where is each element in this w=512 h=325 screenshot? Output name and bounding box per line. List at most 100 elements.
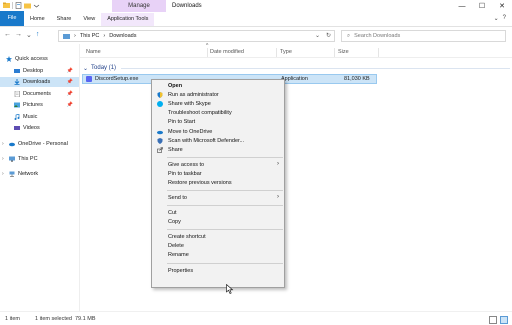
menu-item-restore-previous-versions[interactable]: Restore previous versions — [153, 179, 285, 188]
menu-item-send-to[interactable]: Send to › — [153, 194, 285, 203]
large-icons-view-button[interactable] — [500, 316, 508, 324]
address-sep: › — [74, 33, 76, 39]
group-label: Today (1) — [91, 65, 117, 71]
expand-ribbon-chevron-icon[interactable]: ⌄ — [494, 15, 499, 22]
skype-icon — [157, 101, 163, 107]
menu-item-delete[interactable]: Delete — [153, 242, 285, 251]
menu-item-scan-with-defender[interactable]: Scan with Microsoft Defender... — [153, 137, 285, 146]
tab-home[interactable]: Home — [24, 13, 51, 26]
window-title: Downloads — [172, 3, 202, 9]
search-icon: ⌕ — [347, 32, 351, 39]
desktop-icon — [14, 69, 20, 73]
address-sep: › — [103, 33, 106, 39]
column-header-size[interactable]: Size — [338, 49, 349, 55]
new-folder-icon[interactable] — [24, 2, 31, 9]
tab-share[interactable]: Share — [51, 13, 78, 26]
address-bar[interactable]: › This PC › Downloads ⌄ ↻ — [58, 30, 335, 42]
sidebar-item-desktop[interactable]: Desktop 📌 — [0, 66, 79, 76]
menu-separator — [167, 157, 283, 158]
sidebar-item-network[interactable]: › Network — [0, 169, 79, 179]
sidebar-item-pictures[interactable]: Pictures 📌 — [0, 100, 79, 110]
breadcrumb-downloads[interactable]: Downloads — [109, 33, 136, 39]
menu-item-copy[interactable]: Copy — [153, 218, 285, 227]
menu-item-move-to-onedrive[interactable]: Move to OneDrive — [153, 128, 285, 137]
minimize-button[interactable]: — — [452, 0, 472, 12]
music-icon — [14, 114, 20, 120]
menu-separator — [167, 190, 283, 191]
onedrive-icon — [157, 130, 163, 135]
expand-chevron-icon[interactable]: › — [2, 171, 8, 177]
column-header-date-modified[interactable]: Date modified — [210, 49, 244, 55]
sidebar-item-music[interactable]: Music — [0, 112, 79, 122]
menu-item-pin-to-start[interactable]: Pin to Start — [153, 118, 285, 127]
menu-item-cut[interactable]: Cut — [153, 209, 285, 218]
navigation-buttons: ← → ⌄ ↑ — [4, 31, 39, 39]
search-input[interactable]: ⌕ Search Downloads — [341, 30, 506, 42]
sidebar-item-this-pc[interactable]: › This PC — [0, 154, 79, 164]
menu-item-share-with-skype[interactable]: Share with Skype — [153, 100, 285, 109]
pictures-icon — [14, 102, 20, 108]
sidebar-item-videos[interactable]: Videos — [0, 123, 79, 133]
documents-icon — [14, 91, 20, 97]
back-arrow-icon[interactable]: ← — [4, 31, 11, 39]
menu-item-properties[interactable]: Properties — [153, 267, 285, 276]
menu-item-open[interactable]: Open — [153, 82, 285, 91]
forward-arrow-icon[interactable]: → — [15, 31, 22, 39]
tab-file[interactable]: File — [0, 11, 24, 26]
ribbon-tabs: File Home Share View Application Tools ⌄… — [0, 11, 512, 27]
submenu-arrow-icon: › — [277, 194, 279, 200]
shield-icon — [157, 92, 163, 98]
column-divider[interactable] — [334, 48, 335, 57]
menu-item-give-access-to[interactable]: Give access to › — [153, 161, 285, 170]
menu-separator — [167, 205, 283, 206]
customize-toolbar-icon[interactable] — [33, 2, 40, 9]
up-arrow-icon[interactable]: ↑ — [36, 31, 40, 39]
file-size: 81,030 KB — [344, 76, 370, 82]
column-divider[interactable] — [378, 48, 379, 57]
folder-icon — [3, 2, 10, 8]
recent-locations-chevron-icon[interactable]: ⌄ — [26, 31, 32, 39]
sidebar-item-quick-access[interactable]: Quick access — [0, 54, 79, 64]
details-view-button[interactable] — [489, 316, 497, 324]
sidebar-item-documents[interactable]: Documents 📌 — [0, 89, 79, 99]
column-header-name[interactable]: Name — [86, 49, 101, 55]
manage-tab[interactable]: Manage — [112, 0, 166, 12]
tab-application-tools[interactable]: Application Tools — [101, 13, 155, 26]
address-dropdown-chevron-icon[interactable]: ⌄ — [315, 32, 320, 39]
breadcrumb-this-pc[interactable]: This PC — [80, 33, 100, 39]
discord-app-icon — [86, 76, 92, 82]
properties-icon[interactable] — [15, 2, 22, 9]
tab-view[interactable]: View — [77, 13, 101, 26]
menu-item-rename[interactable]: Rename — [153, 251, 285, 260]
help-icon[interactable]: ? — [503, 15, 506, 22]
column-divider[interactable] — [207, 48, 208, 57]
maximize-button[interactable]: ☐ — [472, 0, 492, 12]
menu-item-pin-to-taskbar[interactable]: Pin to taskbar — [153, 170, 285, 179]
refresh-icon[interactable]: ↻ — [326, 32, 331, 39]
pc-icon — [63, 33, 70, 39]
star-icon — [6, 56, 12, 62]
column-header-type[interactable]: Type — [280, 49, 292, 55]
ribbon-controls: ⌄ ? — [494, 15, 506, 22]
defender-icon — [157, 138, 163, 144]
status-size: 79.1 MB — [75, 316, 96, 322]
menu-item-troubleshoot-compatibility[interactable]: Troubleshoot compatibility — [153, 109, 285, 118]
cloud-icon — [9, 142, 15, 147]
menu-separator — [167, 263, 283, 264]
menu-item-run-as-administrator[interactable]: Run as administrator — [153, 91, 285, 100]
file-type: Application — [281, 76, 308, 82]
pin-icon: 📌 — [66, 68, 73, 74]
group-header-today[interactable]: ⌄ Today (1) — [80, 63, 510, 73]
expand-chevron-icon[interactable]: › — [2, 156, 8, 162]
pc-icon — [9, 156, 15, 162]
expand-chevron-icon[interactable]: › — [2, 141, 8, 147]
collapse-chevron-icon[interactable]: ⌄ — [83, 65, 88, 72]
menu-item-create-shortcut[interactable]: Create shortcut — [153, 233, 285, 242]
menu-item-share[interactable]: Share — [153, 146, 285, 155]
close-button[interactable]: ✕ — [492, 0, 512, 12]
sidebar-item-onedrive[interactable]: › OneDrive - Personal — [0, 139, 79, 149]
status-selection: 1 item selected — [35, 316, 72, 322]
sidebar-item-downloads[interactable]: Downloads 📌 — [0, 77, 79, 87]
quick-access-toolbar — [3, 2, 40, 9]
column-divider[interactable] — [276, 48, 277, 57]
